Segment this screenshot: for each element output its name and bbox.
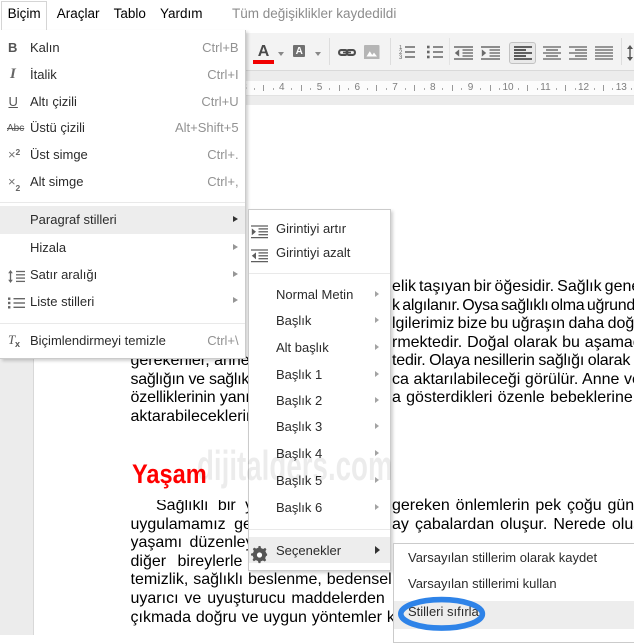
- svg-text:3: 3: [399, 55, 403, 59]
